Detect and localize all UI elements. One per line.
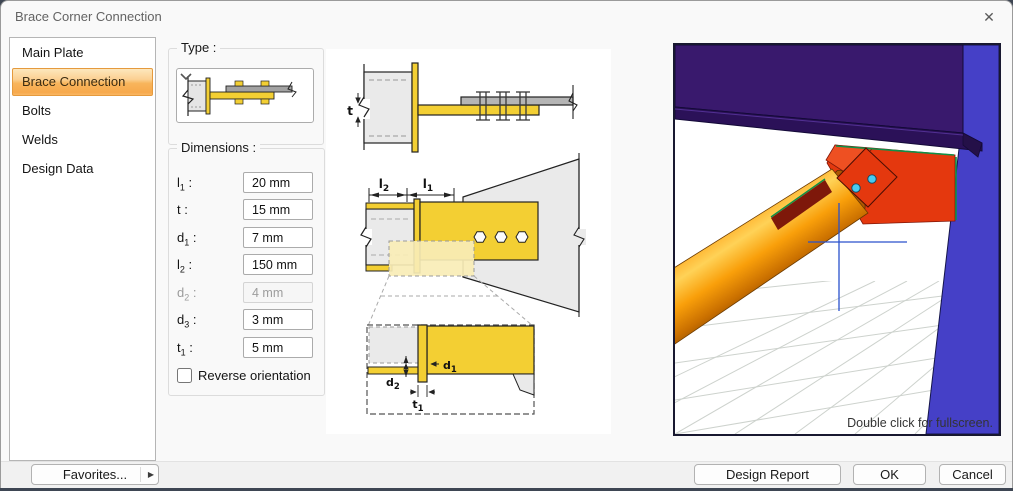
sidebar-item-design-data[interactable]: Design Data	[12, 155, 153, 183]
ok-label: OK	[880, 467, 899, 482]
input-l2[interactable]	[243, 254, 313, 275]
field-label-t1: t1 :	[177, 337, 239, 358]
3d-viewport[interactable]: Double click for fullscreen.	[673, 43, 1001, 436]
bolt-3d	[852, 184, 860, 192]
connection-diagram-panel: t l2 l1	[326, 49, 611, 434]
field-label-l1: l1 :	[177, 172, 239, 193]
input-t[interactable]	[243, 199, 313, 220]
ok-button[interactable]: OK	[853, 464, 926, 485]
sidebar-item-welds[interactable]: Welds	[12, 126, 153, 154]
beam-3d	[675, 45, 982, 157]
titlebar: Brace Corner Connection ✕	[1, 1, 1012, 33]
input-l1[interactable]	[243, 172, 313, 193]
type-group-legend: Type :	[177, 40, 220, 55]
favorites-label: Favorites...	[63, 467, 127, 482]
sidebar-item-brace-connection[interactable]: Brace Connection	[12, 68, 153, 96]
chevron-down-icon	[180, 73, 192, 81]
sidebar-item-main-plate[interactable]: Main Plate	[12, 39, 153, 67]
field-label-d3: d3 :	[177, 309, 239, 330]
connection-type-thumbnail	[180, 73, 298, 119]
cancel-button[interactable]: Cancel	[939, 464, 1006, 485]
connection-diagram: t l2 l1	[326, 49, 611, 434]
design-report-label: Design Report	[726, 467, 809, 482]
cancel-label: Cancel	[952, 467, 992, 482]
3d-scene	[675, 45, 999, 434]
label-t: t	[347, 104, 353, 118]
design-report-button[interactable]: Design Report	[694, 464, 841, 485]
input-d3[interactable]	[243, 309, 313, 330]
close-button[interactable]: ✕	[976, 5, 1002, 29]
favorites-arrow-icon: ▶	[140, 467, 154, 482]
reverse-orientation-label: Reverse orientation	[198, 368, 311, 384]
field-label-t: t :	[177, 199, 239, 220]
input-t1[interactable]	[243, 337, 313, 358]
sidebar-list: Main Plate Brace Connection Bolts Welds …	[9, 37, 156, 461]
connection-type-dropdown[interactable]	[176, 68, 314, 123]
input-d1[interactable]	[243, 227, 313, 248]
dialog-title: Brace Corner Connection	[15, 1, 162, 33]
input-d2	[243, 282, 313, 303]
brace-corner-connection-dialog: Brace Corner Connection ✕ Main Plate Bra…	[0, 0, 1013, 488]
field-label-l2: l2 :	[177, 254, 239, 275]
sidebar-item-bolts[interactable]: Bolts	[12, 97, 153, 125]
label-l1: l1	[423, 177, 433, 194]
label-t1: t1	[412, 398, 423, 414]
label-d2: d2	[386, 376, 400, 392]
favorites-button[interactable]: Favorites... ▶	[31, 464, 159, 485]
dimensions-group-legend: Dimensions :	[177, 140, 260, 155]
field-label-d2: d2 :	[177, 282, 239, 303]
field-label-d1: d1 :	[177, 227, 239, 248]
bolt-3d	[868, 175, 876, 183]
label-l2: l2	[379, 177, 389, 194]
fullscreen-hint: Double click for fullscreen.	[847, 416, 993, 430]
close-icon: ✕	[983, 9, 995, 25]
reverse-orientation-checkbox[interactable]	[177, 368, 192, 383]
